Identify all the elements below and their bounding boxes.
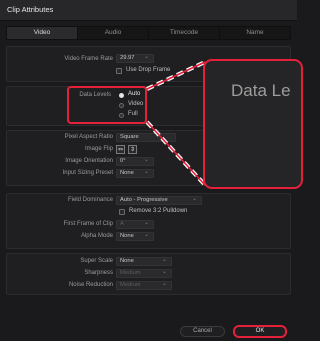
zoom-callout-text: Data Le (231, 81, 291, 100)
zoom-callout: Data Le (203, 59, 303, 189)
